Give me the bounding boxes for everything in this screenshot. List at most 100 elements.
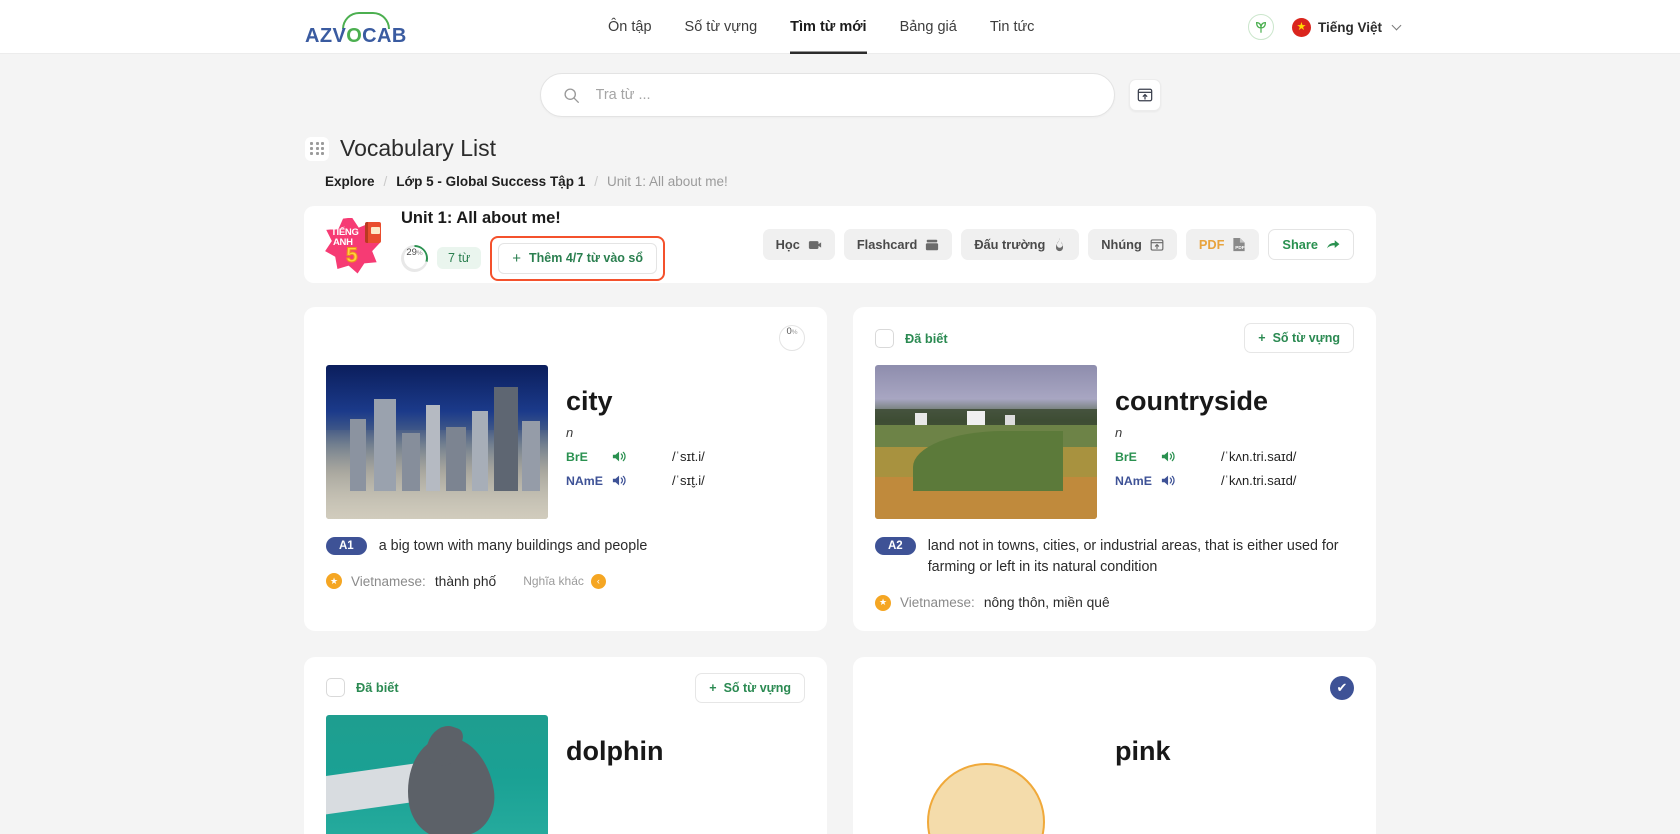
share-label: Share	[1282, 237, 1318, 252]
known-checkbox-group[interactable]: Đã biết	[326, 678, 399, 698]
search-row	[0, 73, 1680, 117]
breadcrumb-item-unit: Unit 1: All about me!	[606, 174, 728, 189]
plus-icon: +	[709, 680, 717, 695]
language-selector[interactable]: ★ Tiếng Việt	[1291, 17, 1402, 37]
arena-label: Đấu trường	[974, 237, 1046, 252]
word-image-pink	[875, 714, 1097, 834]
embed-window-icon	[1150, 238, 1164, 251]
pdf-label: PDF	[1198, 237, 1225, 252]
pronunciation-bre: BrE /ˈkʌn.tri.saɪd/	[1115, 449, 1296, 464]
embed-button[interactable]: Nhúng	[1088, 229, 1177, 260]
nav-item-tim-tu-moi[interactable]: Tìm từ mới	[790, 0, 866, 54]
bre-ipa: /ˈsɪt.i/	[672, 449, 705, 465]
breadcrumb-item-explore[interactable]: Explore	[325, 174, 375, 189]
speaker-icon[interactable]	[1161, 450, 1195, 463]
vietnamese-value: thành phố	[434, 573, 497, 589]
vocabulary-grid: 0 % city n BrE /ˈsɪt.i/ NAmE /ˈsɪt̬.i/ A…	[304, 307, 1376, 834]
unit-thumbnail[interactable]: TIẾNG ANH 5	[322, 213, 384, 276]
header-right: ★ Tiếng Việt	[1247, 0, 1402, 54]
vocab-card-dolphin: Đã biết + Số từ vựng dolphin	[304, 656, 827, 834]
add-words-button[interactable]: + Thêm 4/7 từ vào sổ	[498, 242, 657, 274]
leaf-icon[interactable]	[1247, 14, 1274, 40]
breadcrumb-item-book[interactable]: Lớp 5 - Global Success Tập 1	[396, 174, 585, 189]
flashcard-label: Flashcard	[856, 237, 918, 252]
unit-info: Unit 1: All about me! 29 % 7 từ + Thêm 4…	[401, 209, 665, 281]
card-header: Đã biết + Số từ vựng	[326, 672, 805, 703]
card-body: dolphin	[326, 714, 805, 834]
card-progress-badge: 0 %	[779, 325, 805, 351]
name-label: NAmE	[1115, 473, 1152, 488]
share-button[interactable]: Share	[1268, 229, 1354, 260]
flame-icon	[1056, 237, 1064, 251]
name-ipa: /ˈsɪt̬.i/	[672, 473, 705, 489]
word-image-countryside	[875, 365, 1097, 519]
name-ipa: /ˈkʌn.tri.saɪd/	[1221, 473, 1297, 489]
plus-icon: +	[512, 249, 522, 267]
svg-text:PDF: PDF	[1236, 245, 1245, 250]
name-label: NAmE	[566, 473, 603, 488]
add-to-vocab-label: Số từ vựng	[723, 680, 791, 695]
add-words-highlight: + Thêm 4/7 từ vào sổ	[490, 235, 665, 281]
pdf-file-icon: PDF	[1233, 237, 1245, 252]
word-part-of-speech: n	[566, 425, 574, 441]
main-nav: Ôn tập Số từ vựng Tìm từ mới Bảng giá Ti…	[608, 0, 1034, 54]
breadcrumb-separator: /	[594, 174, 598, 189]
add-to-vocab-button[interactable]: + Số từ vựng	[695, 672, 805, 703]
logo[interactable]: AZVOCAB	[305, 12, 407, 48]
bre-label: BrE	[1115, 449, 1137, 464]
card-header: Đã biết + Số từ vựng	[875, 323, 1354, 353]
plus-icon: +	[1258, 331, 1266, 345]
flashcard-button[interactable]: Flashcard	[843, 229, 953, 260]
card-text: countryside n BrE /ˈkʌn.tri.saɪd/ NAmE /…	[1115, 365, 1296, 519]
other-meaning-toggle[interactable]: Nghĩa khác ‹	[523, 573, 606, 589]
thumb-book-icon	[365, 221, 381, 243]
card-text: dolphin	[566, 715, 663, 834]
vietnamese-row: ★ Vietnamese: thành phố Nghĩa khác ‹	[326, 573, 805, 590]
breadcrumb-separator: /	[383, 174, 388, 189]
known-checkbox[interactable]	[326, 678, 345, 698]
pdf-button[interactable]: PDF PDF	[1185, 229, 1260, 260]
definition-text: a big town with many buildings and peopl…	[378, 538, 648, 554]
vocab-card-pink: ✔ pink	[853, 656, 1376, 834]
pink-color-illustration	[927, 762, 1045, 834]
card-body: city n BrE /ˈsɪt.i/ NAmE /ˈsɪt̬.i/	[326, 365, 805, 519]
nav-item-bang-gia[interactable]: Bảng giá	[900, 0, 957, 54]
vietnamese-label: Vietnamese:	[900, 595, 975, 611]
speaker-icon[interactable]	[612, 450, 646, 463]
vocab-card-countryside: Đã biết + Số từ vựng countryside n BrE /…	[853, 307, 1376, 631]
chevron-left-icon: ‹	[590, 573, 606, 589]
arena-button[interactable]: Đấu trường	[961, 229, 1080, 260]
bre-label: BrE	[566, 449, 588, 464]
study-label: Học	[775, 237, 800, 252]
definition-row: A2 land not in towns, cities, or industr…	[875, 536, 1354, 579]
speaker-icon[interactable]	[1161, 474, 1195, 487]
word-image-city	[326, 365, 548, 519]
search-box[interactable]	[539, 73, 1115, 117]
share-arrow-icon	[1327, 239, 1340, 248]
vocab-card-city: 0 % city n BrE /ˈsɪt.i/ NAmE /ˈsɪt̬.i/ A…	[304, 307, 827, 631]
word-title: countryside	[1115, 386, 1269, 416]
nav-item-so-tu-vung[interactable]: Số từ vựng	[685, 0, 758, 54]
search-input[interactable]	[595, 87, 1092, 103]
embed-label: Nhúng	[1101, 237, 1142, 252]
word-title: dolphin	[566, 735, 664, 766]
unit-progress-value: 29	[406, 247, 417, 258]
unit-meta: 29 % 7 từ + Thêm 4/7 từ vào sổ	[401, 235, 665, 281]
embed-window-icon[interactable]	[1128, 79, 1161, 111]
nav-item-on-tap[interactable]: Ôn tập	[608, 0, 652, 54]
speaker-icon[interactable]	[612, 474, 646, 487]
word-title: city	[566, 386, 613, 416]
known-checkbox[interactable]	[875, 328, 894, 348]
card-text: pink	[1115, 715, 1171, 834]
definition-text: land not in towns, cities, or industrial…	[927, 538, 1339, 576]
study-button[interactable]: Học	[762, 229, 835, 260]
card-header: 0 %	[326, 325, 805, 351]
title-row: Vocabulary List	[305, 135, 1680, 162]
site-header: AZVOCAB Ôn tập Số từ vựng Tìm từ mới Bản…	[0, 0, 1680, 54]
add-to-vocab-button[interactable]: + Số từ vựng	[1244, 323, 1354, 353]
known-checkbox-group[interactable]: Đã biết	[875, 328, 948, 348]
page-title: Vocabulary List	[340, 135, 496, 161]
app-grid-icon[interactable]	[305, 136, 329, 161]
add-words-label: Thêm 4/7 từ vào sổ	[529, 251, 643, 265]
nav-item-tin-tuc[interactable]: Tin tức	[990, 0, 1035, 54]
